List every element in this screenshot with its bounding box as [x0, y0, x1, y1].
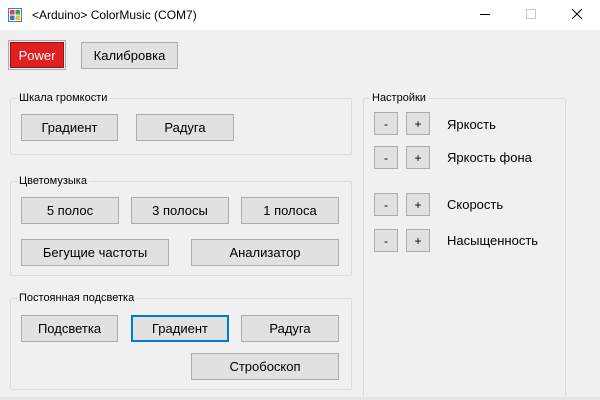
- volume-scale-title: Шкала громкости: [17, 91, 110, 105]
- window-title: <Arduino> ColorMusic (COM7): [32, 8, 197, 22]
- speed-label: Скорость: [447, 197, 504, 212]
- running-frequencies-button[interactable]: Бегущие частоты: [21, 239, 169, 266]
- saturation-label: Насыщенность: [447, 233, 539, 248]
- app-icon: [8, 8, 22, 22]
- brightness-label: Яркость: [447, 117, 496, 132]
- maximize-icon: [526, 8, 536, 22]
- brightness-plus-button[interactable]: +: [406, 112, 430, 135]
- bg-brightness-plus-button[interactable]: +: [406, 146, 430, 169]
- title-bar[interactable]: <Arduino> ColorMusic (COM7): [0, 0, 600, 30]
- analyzer-button[interactable]: Анализатор: [191, 239, 339, 266]
- settings-title: Настройки: [370, 91, 428, 105]
- light-gradient-button[interactable]: Градиент: [131, 315, 229, 342]
- bg-brightness-minus-button[interactable]: -: [374, 146, 398, 169]
- maximize-button[interactable]: [508, 0, 554, 30]
- power-button[interactable]: Power: [8, 40, 66, 70]
- saturation-minus-button[interactable]: -: [374, 229, 398, 252]
- volume-gradient-button[interactable]: Градиент: [21, 114, 118, 141]
- close-icon: [571, 8, 583, 22]
- calibration-button[interactable]: Калибровка: [81, 42, 178, 69]
- three-bands-button[interactable]: 3 полосы: [131, 197, 229, 224]
- close-button[interactable]: [554, 0, 600, 30]
- one-band-button[interactable]: 1 полоса: [241, 197, 339, 224]
- saturation-plus-button[interactable]: +: [406, 229, 430, 252]
- speed-plus-button[interactable]: +: [406, 193, 430, 216]
- five-bands-button[interactable]: 5 полос: [21, 197, 119, 224]
- color-music-title: Цветомузыка: [17, 174, 89, 188]
- constant-light-title: Постоянная подсветка: [17, 291, 137, 305]
- speed-minus-button[interactable]: -: [374, 193, 398, 216]
- minimize-button[interactable]: [462, 0, 508, 30]
- backlight-button[interactable]: Подсветка: [21, 315, 118, 342]
- volume-rainbow-button[interactable]: Радуга: [136, 114, 234, 141]
- minimize-icon: [480, 8, 490, 22]
- bg-brightness-label: Яркость фона: [447, 150, 532, 165]
- brightness-minus-button[interactable]: -: [374, 112, 398, 135]
- strobe-button[interactable]: Стробоскоп: [191, 353, 339, 380]
- light-rainbow-button[interactable]: Радуга: [241, 315, 339, 342]
